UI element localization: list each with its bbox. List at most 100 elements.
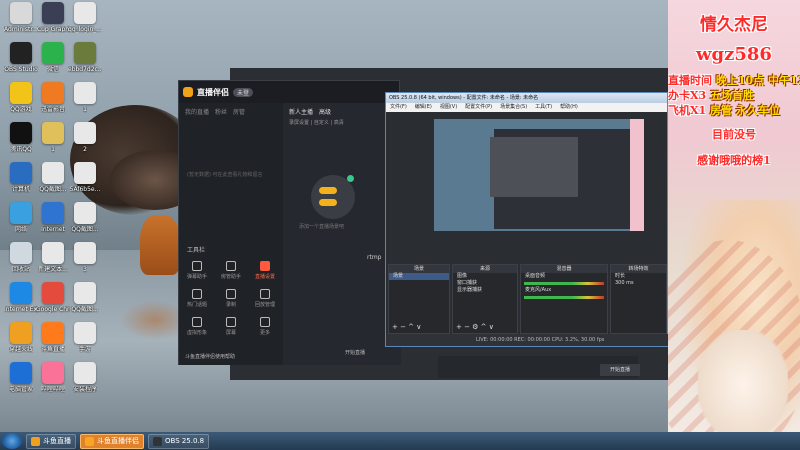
desktop-icon[interactable]: 腾讯QQ	[4, 122, 38, 153]
obs-duration-value[interactable]: 300 ms	[611, 280, 666, 287]
zhibo-tab-0[interactable]: 我的直播	[185, 107, 209, 116]
desktop-icon[interactable]: 网络	[4, 202, 38, 233]
obs-titlebar[interactable]: OBS 25.0.8 (64 bit, windows) - 配置文件: 未命名…	[386, 93, 667, 103]
zhibo-tab-2[interactable]: 房管	[233, 107, 245, 116]
desktop-icon[interactable]: ebbd7d2c...	[68, 42, 102, 73]
desktop-icon[interactable]: QQ截图...	[36, 162, 70, 193]
obs-menu-profile[interactable]: 配置文件(P)	[465, 103, 492, 112]
desktop-icon[interactable]: Google Chrome	[36, 282, 70, 313]
zhibo-tool-label: 回放管理	[254, 302, 275, 308]
zhibo-ctab-0[interactable]: 新人主播	[289, 107, 313, 116]
desktop-icon[interactable]: 微信	[36, 42, 70, 73]
desktop-icon[interactable]: 安装程序	[68, 362, 102, 393]
zhibo-tool[interactable]: 虚拟形象	[183, 317, 211, 336]
overlay-card-label: 办卡X3	[668, 89, 707, 102]
obs-mixer-channel: 麦克风/Aux	[525, 287, 552, 293]
zhibo-mode-label[interactable]: 录屏设置 | 自定义 | 高清	[289, 119, 344, 126]
zhibo-window[interactable]: 直播伴侣 未登 我的直播 粉丝 房管 (暂无数据) 可在此查看礼物和留言 工具栏…	[178, 80, 401, 365]
desktop-icon[interactable]: OBS Studio	[4, 42, 38, 73]
desktop-icon[interactable]: 穿越火线	[4, 322, 38, 353]
desktop-icon[interactable]: Internet Explorer	[4, 282, 38, 313]
obs-menu-edit[interactable]: 编辑(E)	[415, 103, 432, 112]
desktop-icon[interactable]: 1	[36, 122, 70, 153]
zhibo-tool[interactable]: 热门话题	[183, 289, 211, 308]
obs-scene-item[interactable]: 场景	[389, 273, 449, 280]
desktop-icon[interactable]: QQ截图...	[68, 202, 102, 233]
zhibo-tool[interactable]: 房管助手	[217, 261, 245, 280]
taskbar-item[interactable]: 斗鱼直播	[26, 433, 76, 449]
obs-start-stream-button[interactable]: 开始直播	[600, 364, 640, 376]
desktop-icon[interactable]: 斗鱼直播	[36, 322, 70, 353]
obs-menu-help[interactable]: 帮助(H)	[560, 103, 578, 112]
obs-window[interactable]: OBS 25.0.8 (64 bit, windows) - 配置文件: 未命名…	[385, 92, 669, 347]
desktop-icon[interactable]: 1	[68, 82, 102, 113]
desktop-icon-label: Internet	[41, 226, 65, 233]
obs-source-item[interactable]: 窗口捕获	[453, 280, 517, 287]
zhibo-login-badge[interactable]: 未登	[233, 87, 254, 97]
obs-sources-controls-icon[interactable]: + − ⚙ ^ ∨	[456, 323, 494, 331]
obs-menu-view[interactable]: 视图(V)	[440, 103, 457, 112]
taskbar-item[interactable]: 斗鱼直播伴侣	[80, 433, 144, 449]
desktop-icon[interactable]: Cup Graph	[36, 2, 70, 33]
desktop-app-icon	[74, 162, 96, 184]
desktop-app-icon	[74, 202, 96, 224]
zhibo-tool[interactable]: 直播设置	[251, 261, 279, 280]
desktop-icon-label: qq_login_...	[68, 26, 102, 33]
zhibo-ctab-1[interactable]: 高级	[319, 107, 331, 116]
obs-menu-file[interactable]: 文件(F)	[390, 103, 407, 112]
desktop-icon[interactable]: 哔哩哔哩	[36, 362, 70, 393]
desktop-icon[interactable]: 3	[68, 242, 102, 273]
desktop-icon[interactable]: 5Af6b5e...	[68, 162, 102, 193]
obs-menu-scene-collection[interactable]: 场景集合(S)	[500, 103, 527, 112]
desktop-icon[interactable]: 计算机	[4, 162, 38, 193]
desktop-icon[interactable]: Internet	[36, 202, 70, 233]
zhibo-start-button[interactable]: 开始直播	[345, 349, 365, 356]
zhibo-tool-icon	[226, 261, 236, 271]
desktop-icon[interactable]: 回收站	[4, 242, 38, 273]
zhibo-tool[interactable]: 录制	[217, 289, 245, 308]
zhibo-tab-1[interactable]: 粉丝	[215, 107, 227, 116]
obs-preview-overlay	[630, 119, 644, 231]
desktop-app-icon	[74, 42, 96, 64]
taskbar-item-label: 斗鱼直播伴侣	[97, 437, 139, 445]
desktop-app-icon	[74, 322, 96, 344]
obs-duration-label: 时长	[615, 273, 626, 279]
obs-scenes-controls-icon[interactable]: + − ^ ∨	[392, 323, 421, 331]
desktop-icon[interactable]: qq_login_...	[68, 2, 102, 33]
desktop-icon[interactable]: 手游	[68, 322, 102, 353]
desktop-icon[interactable]: Administr...	[4, 2, 38, 33]
desktop-icon[interactable]: 电脑管家	[4, 362, 38, 393]
desktop-app-icon	[42, 122, 64, 144]
overlay-schedule-label: 直播时间	[668, 74, 712, 87]
zhibo-tool[interactable]: 回放管理	[251, 289, 279, 308]
desktop-icon-label: 2	[83, 146, 87, 153]
desktop-app-icon	[42, 162, 64, 184]
desktop-icon-label: 手游	[78, 346, 91, 353]
obs-source-item[interactable]: 显示器捕获	[453, 287, 517, 294]
start-button-icon[interactable]	[2, 433, 22, 449]
desktop-icon-label: 哔哩哔哩	[40, 386, 65, 393]
taskbar-item[interactable]: OBS 25.0.8	[148, 433, 210, 449]
zhibo-tool[interactable]: 屏幕	[217, 317, 245, 336]
obs-mixer-channel: 桌面音频	[525, 273, 546, 279]
zhibo-titlebar[interactable]: 直播伴侣 未登	[179, 81, 399, 103]
desktop-icon[interactable]: 2	[68, 122, 102, 153]
desktop-app-icon	[42, 82, 64, 104]
zhibo-tool-label: 直播设置	[254, 274, 275, 280]
zhibo-tool[interactable]: 弹幕助手	[183, 261, 211, 280]
desktop-icon[interactable]: 迅雷影音	[36, 82, 70, 113]
desktop-icon[interactable]: QQ游戏	[4, 82, 38, 113]
obs-mixer-meter[interactable]	[524, 282, 604, 285]
obs-preview[interactable]	[434, 119, 644, 231]
zhibo-tool[interactable]: 更多	[251, 317, 279, 336]
zhibo-help-link[interactable]: 斗鱼直播伴侣使用帮助	[185, 353, 235, 360]
obs-menu-tools[interactable]: 工具(T)	[535, 103, 552, 112]
overlay-schedule: 直播时间 晚上10点 中午12点	[668, 72, 800, 88]
obs-mixer-meter[interactable]	[524, 296, 604, 299]
desktop-icon[interactable]: QQ截图...	[68, 282, 102, 313]
obs-source-item[interactable]: 图像	[453, 273, 517, 280]
zhibo-scene-icon[interactable]	[311, 175, 355, 219]
desktop-icon[interactable]: 新建文本...	[36, 242, 70, 273]
desktop-app-icon	[74, 122, 96, 144]
desktop-icon-label: 5Af6b5e...	[69, 186, 101, 193]
